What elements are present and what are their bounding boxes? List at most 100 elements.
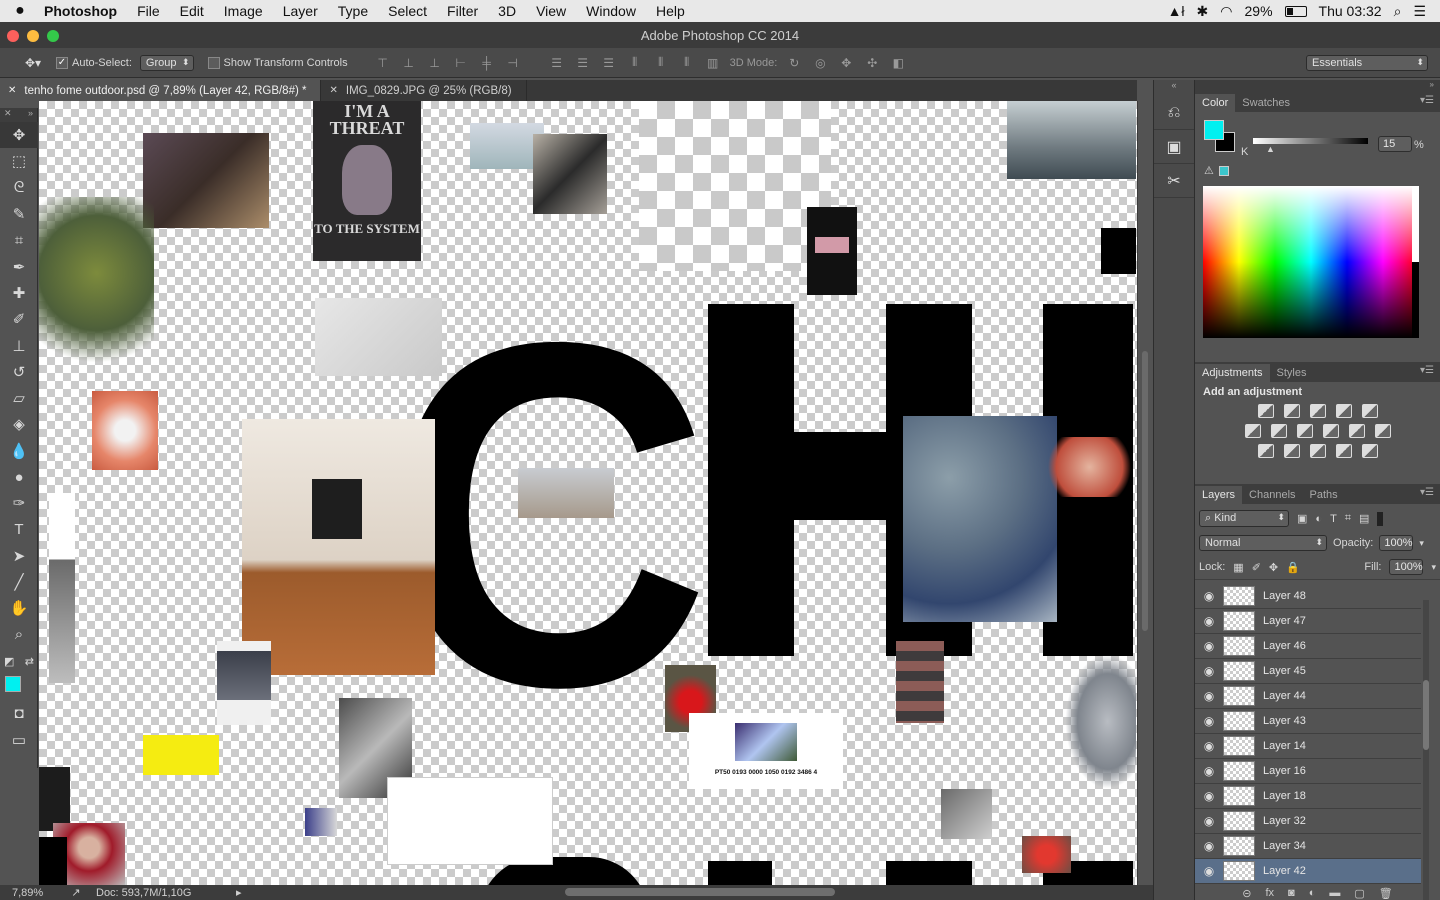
gradient-map-icon[interactable] [1361, 444, 1378, 458]
lock-position-icon[interactable]: ✥ [1269, 561, 1278, 574]
filter-pixel-icon[interactable]: ▣ [1297, 512, 1307, 525]
layer-row-16[interactable]: ◉ Layer 16 [1195, 759, 1421, 784]
spectrum-grayscale-ramp[interactable] [1412, 186, 1419, 338]
tab-color[interactable]: Color [1195, 94, 1236, 112]
3d-roll-icon[interactable]: ◎ [811, 55, 829, 71]
layer-row-34[interactable]: ◉ Layer 34 [1195, 834, 1421, 859]
panels-expand-icon[interactable]: » [1195, 80, 1440, 92]
dodge-tool[interactable]: ● [0, 464, 38, 490]
distribute-bottom-icon[interactable]: ☰ [600, 55, 618, 71]
tab-document-psd[interactable]: ✕ tenho fome outdoor.psd @ 7,89% (Layer … [0, 80, 322, 101]
fill-input[interactable]: 100% [1389, 559, 1424, 575]
auto-select-checkbox[interactable]: ✓ [56, 56, 68, 69]
new-group-icon[interactable]: ▬ [1329, 887, 1340, 900]
k-value-input[interactable]: 15 [1378, 136, 1412, 152]
color-spectrum[interactable] [1203, 186, 1419, 338]
path-select-tool[interactable]: ➤ [0, 543, 38, 569]
exposure-icon[interactable] [1335, 404, 1352, 418]
lock-image-icon[interactable]: ✐ [1252, 561, 1261, 574]
vibrance-icon[interactable] [1361, 404, 1378, 418]
align-top-icon[interactable]: ⊤ [374, 55, 392, 71]
layer-row-45[interactable]: ◉ Layer 45 [1195, 659, 1421, 684]
levels-icon[interactable] [1283, 404, 1300, 418]
brightness-icon[interactable] [1257, 404, 1274, 418]
menu-help[interactable]: Help [646, 3, 695, 19]
notification-center-icon[interactable]: ☰ [1413, 3, 1426, 20]
tab-paths[interactable]: Paths [1303, 486, 1345, 504]
menu-3d[interactable]: 3D [488, 3, 526, 19]
vertical-scrollbar[interactable] [1137, 101, 1153, 885]
menu-file[interactable]: File [127, 3, 170, 19]
layer-row-42-selected[interactable]: ◉ Layer 42 [1195, 859, 1421, 884]
3d-rotate-icon[interactable]: ↻ [785, 55, 803, 71]
blend-mode-dropdown[interactable]: Normal [1199, 535, 1327, 551]
visibility-eye-icon[interactable]: ◉ [1195, 839, 1223, 853]
visibility-eye-icon[interactable]: ◉ [1195, 739, 1223, 753]
tab-styles[interactable]: Styles [1270, 364, 1314, 382]
threshold-icon[interactable] [1309, 444, 1326, 458]
color-lookup-icon[interactable] [1374, 424, 1391, 438]
filter-shape-icon[interactable]: ⌗ [1345, 512, 1351, 525]
new-adjustment-icon[interactable]: ◐ [1309, 887, 1316, 900]
layer-row-18[interactable]: ◉ Layer 18 [1195, 784, 1421, 809]
close-tab-icon[interactable]: ✕ [329, 85, 337, 96]
tool-presets-icon[interactable]: ✂ [1154, 164, 1194, 198]
menu-layer[interactable]: Layer [273, 3, 328, 19]
wifi-icon[interactable]: ◠ [1220, 3, 1232, 20]
blur-tool[interactable]: 💧 [0, 438, 38, 464]
adobe-status-icon[interactable]: ▲ł [1168, 3, 1185, 19]
properties-panel-icon[interactable]: ▣ [1154, 130, 1194, 164]
vertical-scroll-thumb[interactable] [1142, 351, 1148, 631]
visibility-eye-icon[interactable]: ◉ [1195, 689, 1223, 703]
visibility-eye-icon[interactable]: ◉ [1195, 764, 1223, 778]
eraser-tool[interactable]: ▱ [0, 385, 38, 411]
tab-layers[interactable]: Layers [1195, 486, 1243, 504]
visibility-eye-icon[interactable]: ◉ [1195, 639, 1223, 653]
distribute-top-icon[interactable]: ☰ [548, 55, 566, 71]
visibility-eye-icon[interactable]: ◉ [1195, 664, 1223, 678]
invert-icon[interactable] [1257, 444, 1274, 458]
eyedropper-tool[interactable]: ✒ [0, 253, 38, 279]
visibility-eye-icon[interactable]: ◉ [1195, 614, 1223, 628]
dock-collapse-icon[interactable]: « [1154, 80, 1194, 96]
color-swatches[interactable] [0, 674, 38, 701]
posterize-icon[interactable] [1283, 444, 1300, 458]
k-slider-thumb[interactable]: ▲ [1266, 144, 1275, 154]
brush-tool[interactable]: ✐ [0, 306, 38, 332]
layer-row-46[interactable]: ◉ Layer 46 [1195, 634, 1421, 659]
tab-document-jpg[interactable]: ✕ IMG_0829.JPG @ 25% (RGB/8) [321, 80, 527, 101]
menu-select[interactable]: Select [378, 3, 437, 19]
color-balance-icon[interactable] [1270, 424, 1287, 438]
distribute-right-icon[interactable]: ⫴ [678, 55, 696, 71]
marquee-tool[interactable]: ⬚ [0, 148, 38, 174]
foreground-color[interactable] [5, 676, 21, 693]
workspace-dropdown[interactable]: Essentials [1306, 54, 1428, 71]
layer-row-48[interactable]: ◉ Layer 48 [1195, 584, 1421, 609]
link-layers-icon[interactable]: ⊝ [1242, 887, 1251, 900]
layer-style-icon[interactable]: fx [1265, 887, 1274, 900]
layer-row-32[interactable]: ◉ Layer 32 [1195, 809, 1421, 834]
menu-image[interactable]: Image [214, 3, 273, 19]
history-panel-icon[interactable]: ⎌ [1154, 96, 1194, 130]
distribute-vcenter-icon[interactable]: ☰ [574, 55, 592, 71]
close-tab-icon[interactable]: ✕ [8, 85, 16, 96]
opacity-dropdown-icon[interactable]: ▾ [1419, 538, 1424, 549]
photo-filter-icon[interactable] [1322, 424, 1339, 438]
status-menu-arrow-icon[interactable]: ▸ [236, 886, 242, 899]
layer-row-43[interactable]: ◉ Layer 43 [1195, 709, 1421, 734]
channel-mixer-icon[interactable] [1348, 424, 1365, 438]
filter-adjustment-icon[interactable]: ◐ [1315, 513, 1322, 525]
visibility-eye-icon[interactable]: ◉ [1195, 589, 1223, 603]
menu-filter[interactable]: Filter [437, 3, 488, 19]
black-white-icon[interactable] [1296, 424, 1313, 438]
apple-icon[interactable]: ● [0, 2, 40, 20]
healing-brush-tool[interactable]: ✚ [0, 280, 38, 306]
layer-row-14[interactable]: ◉ Layer 14 [1195, 734, 1421, 759]
menu-view[interactable]: View [526, 3, 576, 19]
menu-edit[interactable]: Edit [170, 3, 214, 19]
clone-stamp-tool[interactable]: ⊥ [0, 332, 38, 358]
gamut-warning-icon[interactable]: ⚠ [1204, 164, 1214, 177]
tab-channels[interactable]: Channels [1242, 486, 1302, 504]
layer-row-47[interactable]: ◉ Layer 47 [1195, 609, 1421, 634]
close-icon[interactable]: ✕ [4, 108, 12, 122]
